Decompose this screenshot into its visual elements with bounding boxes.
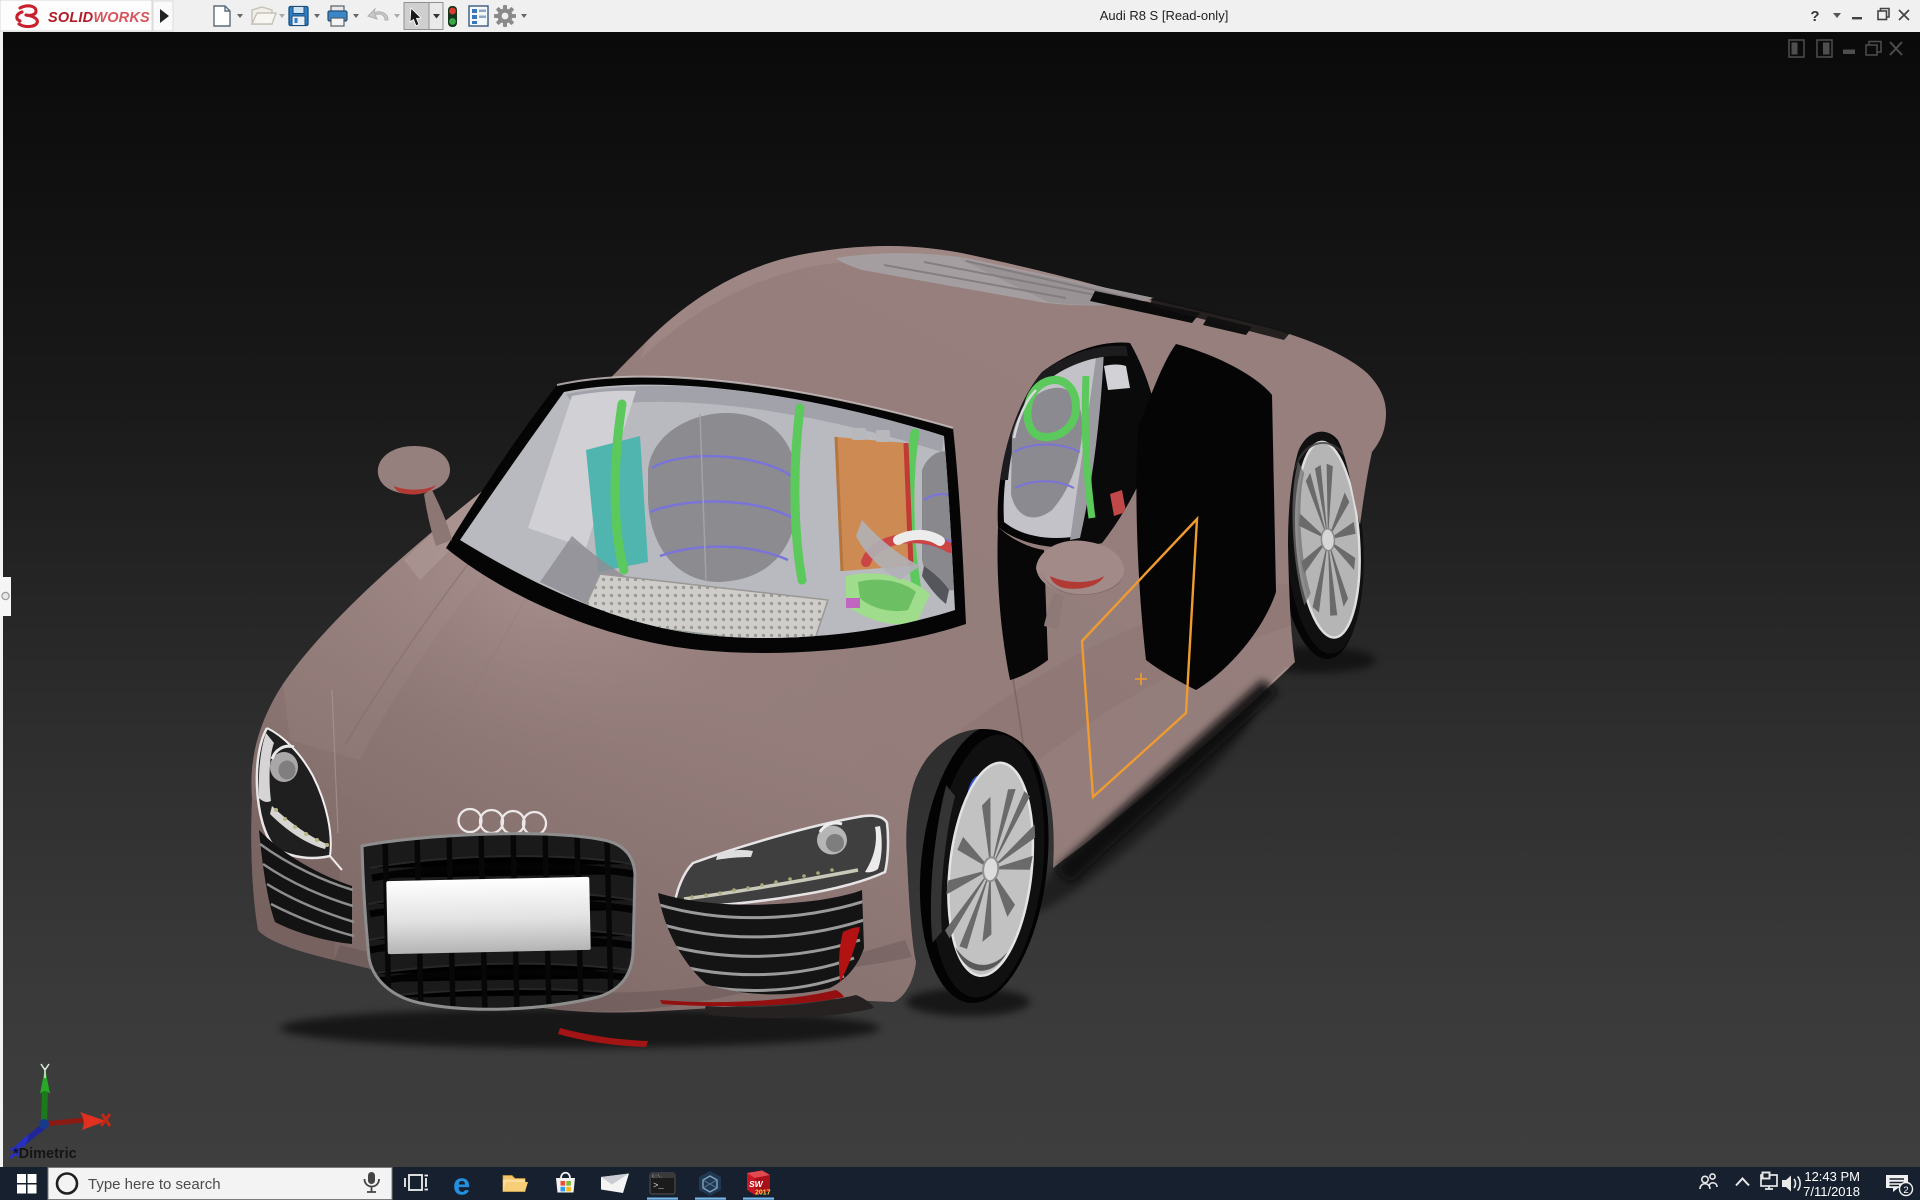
svg-text:C:\.: C:\. bbox=[652, 1174, 663, 1180]
svg-text:12:43 PM: 12:43 PM bbox=[1804, 1169, 1860, 1184]
svg-text:e: e bbox=[453, 1167, 470, 1200]
svg-text:Audi R8 S [Read-only]: Audi R8 S [Read-only] bbox=[1100, 8, 1229, 23]
svg-text:*Dimetric: *Dimetric bbox=[13, 1146, 77, 1162]
svg-text:7/11/2018: 7/11/2018 bbox=[1803, 1184, 1860, 1199]
svg-text:Type here to search: Type here to search bbox=[88, 1176, 221, 1193]
svg-text:SOLIDWORKS: SOLIDWORKS bbox=[48, 10, 150, 26]
svg-text:2017: 2017 bbox=[755, 1190, 771, 1197]
svg-text:?: ? bbox=[1810, 8, 1819, 25]
svg-text:2: 2 bbox=[1903, 1185, 1908, 1196]
svg-text:SW: SW bbox=[749, 1179, 764, 1189]
svg-text:>_: >_ bbox=[653, 1181, 664, 1191]
